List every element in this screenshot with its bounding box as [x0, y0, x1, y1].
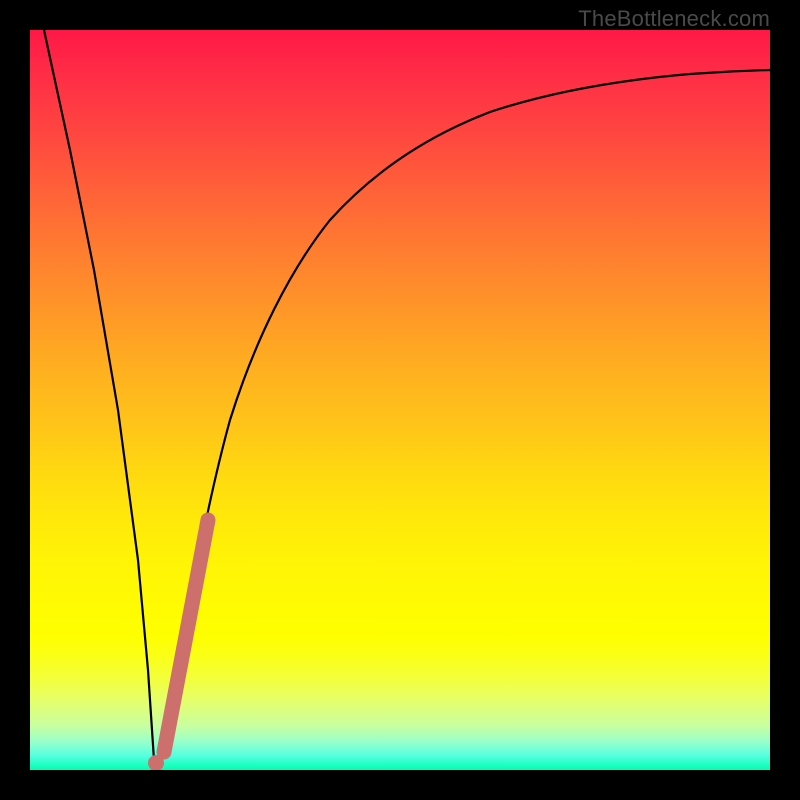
descending-curve-path: [44, 30, 156, 766]
chart-frame: TheBottleneck.com: [0, 0, 800, 800]
accent-segment-line: [164, 520, 208, 752]
ascending-curve-path: [156, 70, 770, 766]
plot-area: [30, 30, 770, 770]
chart-curves-svg: [30, 30, 770, 770]
watermark-text: TheBottleneck.com: [578, 6, 770, 32]
